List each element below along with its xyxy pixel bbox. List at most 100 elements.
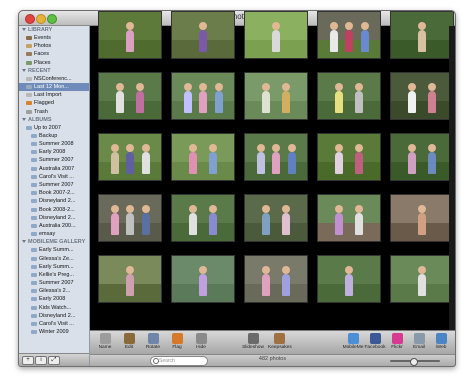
photo-thumbnail[interactable]: [171, 194, 235, 242]
disclosure-triangle-icon[interactable]: [22, 240, 26, 244]
sidebar-item[interactable]: NSConferenc...: [19, 75, 89, 83]
sidebar-item[interactable]: Backup: [19, 132, 89, 140]
photo-thumbnail[interactable]: [171, 11, 235, 59]
photo-thumbnail[interactable]: [390, 255, 454, 303]
photo-thumbnail[interactable]: [98, 255, 162, 303]
sidebar-section-header[interactable]: RECENT: [19, 67, 89, 75]
photo-thumbnail[interactable]: [244, 255, 308, 303]
photo-thumbnail[interactable]: [98, 194, 162, 242]
photo-thumbnail[interactable]: [317, 11, 381, 59]
photo-thumbnail[interactable]: [390, 194, 454, 242]
sidebar-item[interactable]: Summer 2007: [19, 279, 89, 287]
name-button[interactable]: Name: [94, 333, 116, 350]
disclosure-triangle-icon[interactable]: [22, 117, 26, 121]
sidebar-bottom-bar: + i ⤢: [19, 353, 89, 366]
photo-background: [99, 100, 161, 119]
photo-thumbnail[interactable]: [171, 255, 235, 303]
photo-background: [245, 100, 307, 119]
photo-thumbnail[interactable]: [171, 72, 235, 120]
sidebar-item[interactable]: Summer 2007: [19, 181, 89, 189]
iweb-button[interactable]: iWeb: [430, 333, 452, 350]
photo-thumbnail[interactable]: [317, 194, 381, 242]
person-figure: [355, 152, 363, 174]
photo-grid[interactable]: [90, 11, 455, 330]
sidebar-item[interactable]: Winter 2009: [19, 328, 89, 336]
photo-thumbnail[interactable]: [317, 255, 381, 303]
sidebar-item[interactable]: Trash: [19, 108, 89, 116]
sidebar-item[interactable]: Gilessa's 2...: [19, 287, 89, 295]
sidebar-item[interactable]: Up to 2007: [19, 124, 89, 132]
photo-thumbnail[interactable]: [390, 11, 454, 59]
person-head: [418, 205, 426, 213]
rotate-button[interactable]: Rotate: [142, 333, 164, 350]
photo-thumbnail[interactable]: [244, 11, 308, 59]
photo-thumbnail[interactable]: [317, 72, 381, 120]
sidebar-item[interactable]: Australia 200...: [19, 222, 89, 230]
person-figure: [335, 213, 343, 235]
mobileme-icon: [347, 333, 359, 344]
sidebar-item[interactable]: Disneyland 2...: [19, 312, 89, 320]
flickr-button[interactable]: Flickr: [386, 333, 408, 350]
toolbar-button-label: Flag: [172, 345, 182, 350]
sidebar-item[interactable]: Events: [19, 34, 89, 42]
photo-thumbnail[interactable]: [171, 133, 235, 181]
sidebar-item[interactable]: Disneyland 2...: [19, 214, 89, 222]
sidebar-item[interactable]: Book 2007-2...: [19, 189, 89, 197]
sidebar-item[interactable]: Kids Watch...: [19, 304, 89, 312]
sidebar-item[interactable]: Photos: [19, 42, 89, 50]
info-button[interactable]: i: [35, 356, 47, 365]
sidebar-item[interactable]: Early 2008: [19, 295, 89, 303]
sidebar-item[interactable]: Places: [19, 59, 89, 67]
photo-thumbnail[interactable]: [390, 133, 454, 181]
sidebar-item[interactable]: Faces: [19, 50, 89, 58]
sidebar-section-header[interactable]: MOBILEME GALLERY: [19, 238, 89, 246]
vertical-scrollbar[interactable]: [449, 26, 455, 330]
photo-thumbnail[interactable]: [98, 11, 162, 59]
sidebar-item[interactable]: Carol's Visit ...: [19, 173, 89, 181]
photo-thumbnail[interactable]: [244, 72, 308, 120]
sidebar-item[interactable]: Summer 2008: [19, 140, 89, 148]
toolbar-button-label: Keepsakes: [268, 345, 292, 350]
fullscreen-button[interactable]: ⤢: [48, 356, 60, 365]
iweb-icon: [435, 333, 447, 344]
slideshow-button[interactable]: Slideshow: [242, 333, 264, 350]
sidebar-item[interactable]: Australia 2007: [19, 165, 89, 173]
person-figure: [126, 152, 134, 174]
person-figure: [262, 213, 270, 235]
person-head: [272, 22, 280, 30]
sidebar-item[interactable]: emsay: [19, 230, 89, 238]
sidebar-section-header[interactable]: LIBRARY: [19, 26, 89, 34]
photo-thumbnail[interactable]: [98, 133, 162, 181]
disclosure-triangle-icon[interactable]: [22, 68, 26, 72]
photo-thumbnail[interactable]: [317, 133, 381, 181]
sidebar-section-header[interactable]: ALBUMS: [19, 116, 89, 124]
photo-thumbnail[interactable]: [98, 72, 162, 120]
email-button[interactable]: Email: [408, 333, 430, 350]
zoom-slider-knob[interactable]: [409, 358, 418, 366]
sidebar-item[interactable]: Disneyland 2...: [19, 197, 89, 205]
sidebar-item[interactable]: Summer 2007: [19, 156, 89, 164]
sidebar-item[interactable]: Last Import: [19, 91, 89, 99]
facebook-button[interactable]: Facebook: [364, 333, 386, 350]
keepsakes-button[interactable]: Keepsakes: [268, 333, 292, 350]
sidebar-item[interactable]: Kellie's Preg...: [19, 271, 89, 279]
sidebar-item[interactable]: Gilessa's Ze...: [19, 255, 89, 263]
album-icon: [26, 52, 32, 57]
edit-button[interactable]: Edit: [118, 333, 140, 350]
sidebar-item[interactable]: Carol's Visit ...: [19, 320, 89, 328]
sidebar-item[interactable]: Book 2008-2...: [19, 206, 89, 214]
mobileme-button[interactable]: MobileMe: [342, 333, 364, 350]
sidebar-item[interactable]: Last 12 Mon...: [19, 82, 89, 92]
zoom-slider[interactable]: [390, 358, 440, 366]
disclosure-triangle-icon[interactable]: [22, 28, 26, 32]
hide-button[interactable]: Hide: [190, 333, 212, 350]
sidebar-item[interactable]: Early Summ...: [19, 263, 89, 271]
flag-button[interactable]: Flag: [166, 333, 188, 350]
photo-thumbnail[interactable]: [390, 72, 454, 120]
sidebar-item[interactable]: Early 2008: [19, 148, 89, 156]
photo-thumbnail[interactable]: [244, 133, 308, 181]
sidebar-item[interactable]: Early Summ...: [19, 246, 89, 254]
sidebar-item[interactable]: Flagged: [19, 99, 89, 107]
add-button[interactable]: +: [22, 356, 34, 365]
photo-thumbnail[interactable]: [244, 194, 308, 242]
